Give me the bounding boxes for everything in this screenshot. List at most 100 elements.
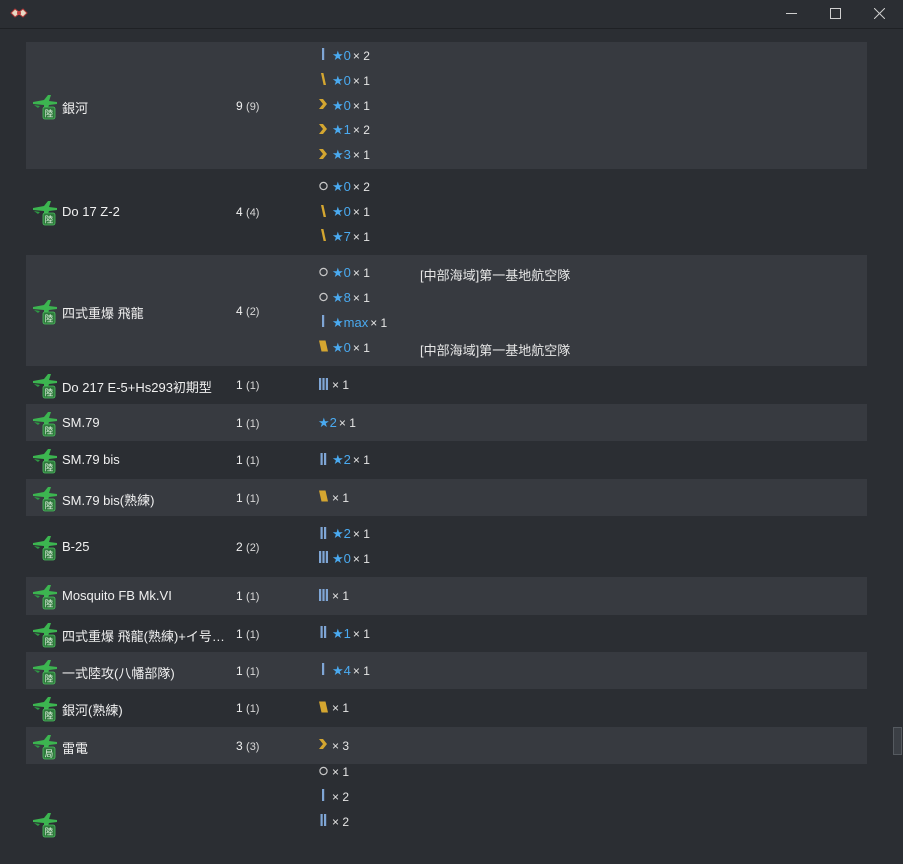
improvement-level: ★0 [332, 550, 351, 566]
svg-text:陸: 陸 [45, 425, 54, 436]
equipment-count: 1 (1) [236, 453, 259, 467]
equipment-row[interactable]: 陸 SM.79 1 (1) ★2 × 1 [26, 404, 867, 441]
quantity-multiplier: × 1 [352, 73, 370, 88]
close-icon [874, 8, 885, 19]
proficiency-block-icon [318, 339, 332, 356]
count-total: 1 [236, 663, 243, 678]
count-total: 1 [236, 589, 243, 603]
quantity-multiplier: × 1 [352, 205, 370, 219]
equipment-count: 1 (1) [236, 491, 259, 505]
proficiency-line: × 1 [318, 764, 349, 780]
equipment-row[interactable]: 陸四式重爆 飛龍(熟練)+イ号… 1 (1) ★1 × 1 [26, 615, 867, 652]
quantity-multiplier: × 1 [352, 98, 370, 113]
quantity-multiplier: × 2 [352, 180, 370, 195]
minimize-button[interactable] [770, 0, 814, 28]
proficiency-line: ★4 × 1 [318, 663, 370, 679]
equipment-row[interactable]: 陸四式重爆 飛龍 4 (2) ★0 × 1 [中部海域]第一基地航空隊 ★8 × 1 ★max… [26, 255, 867, 366]
equipment-name: Do 17 Z-2 [62, 204, 120, 219]
count-available: (2) [246, 541, 260, 554]
proficiency-slash-icon [318, 228, 332, 245]
quantity-multiplier: × 1 [332, 701, 350, 715]
svg-text:陸: 陸 [45, 636, 54, 647]
svg-text:陸: 陸 [45, 549, 54, 560]
equipment-name: Mosquito FB Mk.VI [62, 588, 172, 603]
quantity-multiplier: × 3 [332, 738, 350, 753]
equipment-row[interactable]: 陸 Mosquito FB Mk.VI 1 (1) × 1 [26, 577, 867, 615]
quantity-multiplier: × 1 [332, 378, 350, 392]
improvement-level: ★2 [332, 452, 351, 467]
quantity-multiplier: × 1 [352, 663, 370, 678]
proficiency-none-icon [318, 764, 332, 781]
equipment-count: 1 (1) [236, 664, 259, 678]
count-total: 4 [236, 205, 243, 219]
equipment-row[interactable]: 陸 SM.79 bis 1 (1) ★2 × 1 [26, 441, 867, 479]
equipment-name: SM.79 [62, 414, 100, 430]
proficiency-line: ★1 × 1 [318, 626, 370, 642]
improvement-level: ★0 [332, 47, 351, 63]
proficiency-bar-3-icon [318, 550, 332, 567]
equipment-count: 1 (1) [236, 701, 259, 715]
proficiency-bar-1-icon [318, 47, 332, 64]
count-available: (1) [246, 591, 260, 603]
equipment-name: Do 217 E-5+Hs293初期型 [62, 380, 212, 395]
count-available: (2) [246, 305, 260, 318]
svg-text:局: 局 [45, 749, 54, 759]
proficiency-line: ★8 × 1 [318, 290, 370, 306]
count-total: 2 [236, 539, 243, 554]
svg-text:陸: 陸 [45, 108, 54, 119]
equipment-count: 1 (1) [236, 589, 259, 603]
land-plane-icon: 陸 [32, 584, 58, 610]
title-bar [0, 0, 903, 29]
equipment-row[interactable]: 陸 B-25 2 (2) ★2 × 1 ★0 × 1 [26, 516, 867, 577]
proficiency-slash-icon [318, 72, 332, 89]
improvement-level: ★7 [332, 228, 351, 244]
proficiency-bar-3-icon [318, 588, 332, 605]
proficiency-chevron-icon [318, 122, 332, 139]
count-available: (3) [246, 740, 260, 753]
improvement-level: ★0 [332, 72, 351, 88]
equipment-count: 1 (1) [236, 627, 259, 641]
improvement-level: ★2 [332, 526, 351, 542]
quantity-multiplier: × 1 [352, 551, 370, 566]
equipment-name: 一式陸攻(八幡部隊) [62, 665, 175, 681]
svg-text:陸: 陸 [45, 599, 54, 610]
equipment-row[interactable]: 陸銀河(熟練) 1 (1) × 1 [26, 689, 867, 727]
equipment-row[interactable]: 陸 × 1 × 2 × 2 [26, 764, 867, 864]
maximize-icon [830, 8, 841, 19]
equipment-count: 4 (2) [236, 304, 259, 318]
equipment-count: 1 (1) [236, 416, 259, 430]
proficiency-line: ★0 × 2 [318, 48, 370, 64]
equipment-row[interactable]: 陸一式陸攻(八幡部隊) 1 (1) ★4 × 1 [26, 652, 867, 689]
equipment-row[interactable]: 陸銀河 9 (9) ★0 × 2 ★0 × 1 ★0 × 1 ★1 × 2 ★3 × 1 [26, 42, 867, 169]
proficiency-line: ★1 × 2 [318, 122, 370, 138]
quantity-multiplier: × 1 [352, 453, 370, 467]
proficiency-bar-1-icon [318, 314, 332, 331]
equipment-row[interactable]: 陸 SM.79 bis(熟練) 1 (1) × 1 [26, 479, 867, 516]
proficiency-line: ★2 × 1 [318, 452, 370, 468]
equipment-row[interactable]: 陸 Do 217 E-5+Hs293初期型 1 (1) × 1 [26, 366, 867, 404]
svg-text:陸: 陸 [45, 711, 54, 722]
proficiency-line: ★0 × 1 [318, 204, 370, 220]
equipment-count: 4 (4) [236, 205, 259, 219]
count-total: 3 [236, 738, 243, 753]
equipment-name: 雷電 [62, 740, 89, 756]
close-button[interactable] [858, 0, 902, 28]
count-available: (1) [246, 417, 260, 430]
proficiency-line: ★0 × 2 [318, 179, 370, 195]
proficiency-block-icon [318, 700, 332, 717]
land-plane-icon: 陸 [32, 94, 58, 120]
svg-text:陸: 陸 [45, 500, 54, 511]
proficiency-line: × 1 [318, 700, 349, 716]
scrollbar-thumb[interactable] [893, 727, 902, 755]
equipment-row[interactable]: 陸 Do 17 Z-2 4 (4) ★0 × 2 ★0 × 1 ★7 × 1 [26, 169, 867, 255]
proficiency-line: × 1 [318, 490, 349, 506]
quantity-multiplier: × 1 [352, 340, 370, 355]
count-available: (4) [246, 207, 260, 219]
land-plane-icon: 陸 [32, 200, 58, 226]
count-available: (1) [246, 455, 260, 467]
equipment-row[interactable]: 局雷電 3 (3) × 3 [26, 727, 867, 764]
svg-text:陸: 陸 [45, 215, 54, 226]
proficiency-line: × 1 [318, 377, 349, 393]
maximize-button[interactable] [814, 0, 858, 28]
svg-text:陸: 陸 [45, 673, 54, 684]
